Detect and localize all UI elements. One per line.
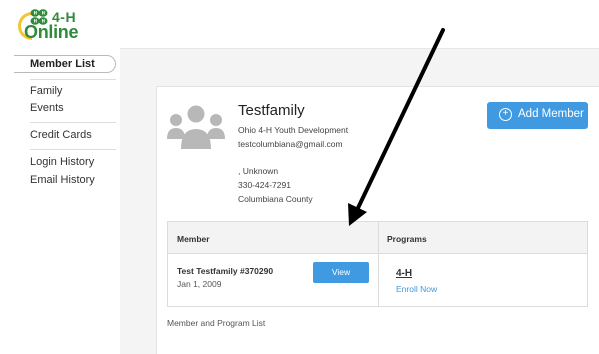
app-header: HH HH 4-H Online xyxy=(0,0,599,48)
sidebar-divider xyxy=(30,122,116,123)
four-h-online-logo[interactable]: HH HH 4-H Online xyxy=(18,8,88,46)
family-email: testcolumbiana@gmail.com xyxy=(238,139,343,149)
column-header-member: Member xyxy=(177,234,210,244)
family-group-icon xyxy=(167,105,225,149)
plus-circle-icon: + xyxy=(499,108,512,121)
sidebar: Member List Family Events Credit Cards L… xyxy=(0,48,120,354)
sidebar-item-events[interactable]: Events xyxy=(30,102,64,114)
sidebar-item-email-history[interactable]: Email History xyxy=(30,174,95,186)
enroll-now-link[interactable]: Enroll Now xyxy=(396,284,437,294)
column-divider xyxy=(378,222,379,306)
sidebar-item-member-list[interactable]: Member List xyxy=(14,55,116,73)
member-name: Test Testfamily #370290 xyxy=(177,266,274,276)
member-program-table: Member Programs Test Testfamily #370290 … xyxy=(167,221,588,307)
sidebar-item-login-history[interactable]: Login History xyxy=(30,156,94,168)
sidebar-item-family[interactable]: Family xyxy=(30,85,62,97)
add-member-label: Add Member xyxy=(518,108,584,120)
column-header-programs: Programs xyxy=(387,234,427,244)
add-member-button[interactable]: + Add Member xyxy=(487,102,588,129)
member-program-list-caption: Member and Program List xyxy=(167,318,266,328)
sidebar-item-label: Member List xyxy=(30,58,95,70)
family-phone: 330-424-7291 xyxy=(238,180,291,190)
sidebar-divider xyxy=(30,79,116,80)
sidebar-item-credit-cards[interactable]: Credit Cards xyxy=(30,129,92,141)
family-county: Columbiana County xyxy=(238,194,313,204)
logo-text-online: Online xyxy=(24,22,79,42)
svg-text:H: H xyxy=(34,10,37,15)
family-organization: Ohio 4-H Youth Development xyxy=(238,125,349,135)
header-divider xyxy=(120,48,599,49)
family-name: Testfamily xyxy=(238,102,305,119)
family-city-state: , Unknown xyxy=(238,166,279,176)
sidebar-divider xyxy=(30,149,116,150)
svg-text:H: H xyxy=(42,10,45,15)
member-birthdate: Jan 1, 2009 xyxy=(177,279,222,289)
program-link-4h[interactable]: 4-H xyxy=(396,268,412,279)
view-member-button[interactable]: View xyxy=(313,262,369,283)
